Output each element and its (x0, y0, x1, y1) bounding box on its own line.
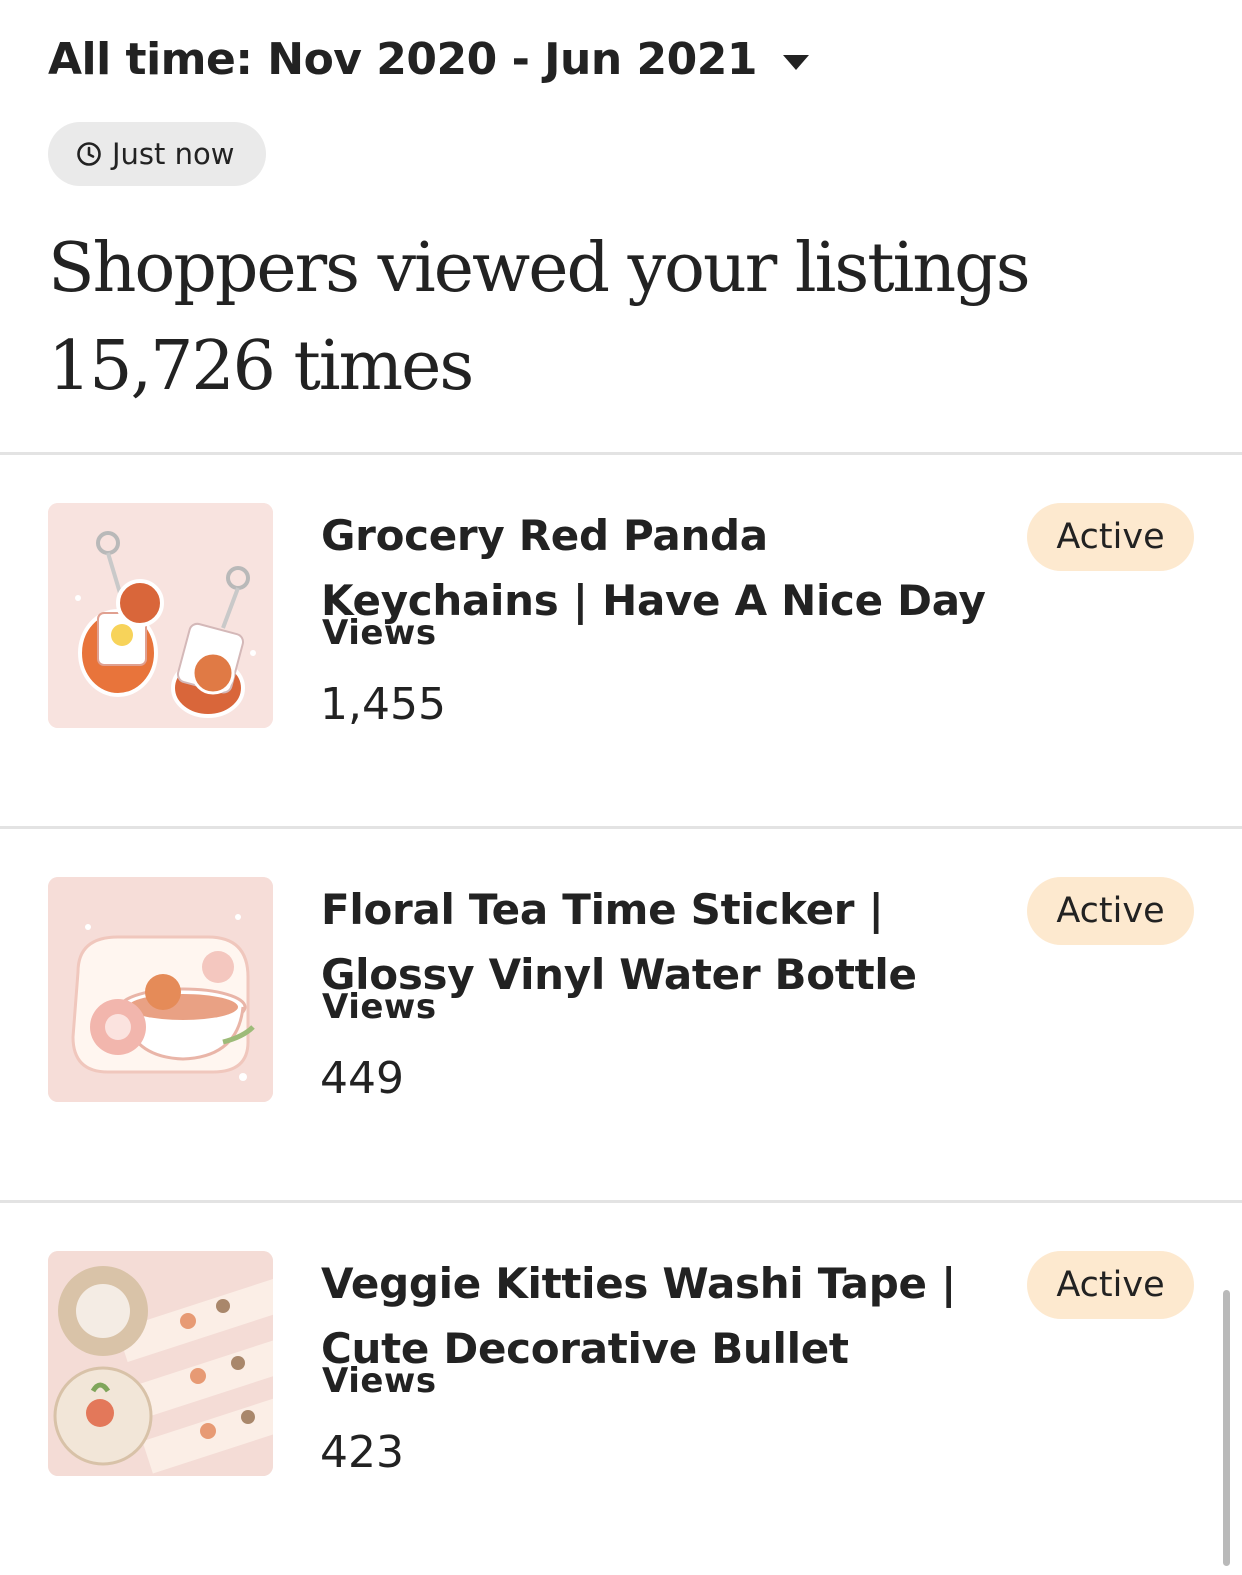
views-label: Views (322, 1361, 437, 1401)
date-range-label: All time: Nov 2020 - Jun 2021 (48, 34, 757, 85)
listing-thumbnail[interactable] (48, 1251, 273, 1476)
views-count: 449 (320, 1053, 404, 1104)
listing-thumbnail[interactable] (48, 503, 273, 728)
listing-title-line1: Grocery Red Panda (321, 511, 768, 560)
listing-row[interactable]: Veggie Kitties Washi Tape | Cute Decorat… (0, 1201, 1242, 1575)
listing-row[interactable]: Grocery Red Panda Keychains | Have A Nic… (0, 453, 1242, 827)
clock-icon (76, 141, 102, 167)
listing-title-line1: Veggie Kitties Washi Tape | (321, 1259, 957, 1308)
status-badge: Active (1027, 503, 1194, 571)
status-badge: Active (1027, 877, 1194, 945)
scrollbar[interactable] (1223, 1290, 1230, 1566)
listing-row[interactable]: Floral Tea Time Sticker | Glossy Vinyl W… (0, 827, 1242, 1201)
views-count: 1,455 (320, 679, 446, 730)
views-summary-heading: Shoppers viewed your listings 15,726 tim… (48, 220, 1198, 416)
listing-thumbnail[interactable] (48, 877, 273, 1102)
refresh-status-pill[interactable]: Just now (48, 122, 266, 186)
date-range-selector[interactable]: All time: Nov 2020 - Jun 2021 (48, 30, 809, 90)
status-badge: Active (1027, 1251, 1194, 1319)
refresh-status-text: Just now (112, 137, 235, 171)
listing-title-line1: Floral Tea Time Sticker | (321, 885, 884, 934)
views-summary-line1: Shoppers viewed your listings (48, 229, 1031, 308)
caret-down-icon (782, 54, 809, 70)
views-label: Views (322, 613, 437, 653)
views-summary-total: 15,726 times (48, 327, 474, 406)
views-count: 423 (320, 1427, 404, 1478)
views-label: Views (322, 987, 437, 1027)
